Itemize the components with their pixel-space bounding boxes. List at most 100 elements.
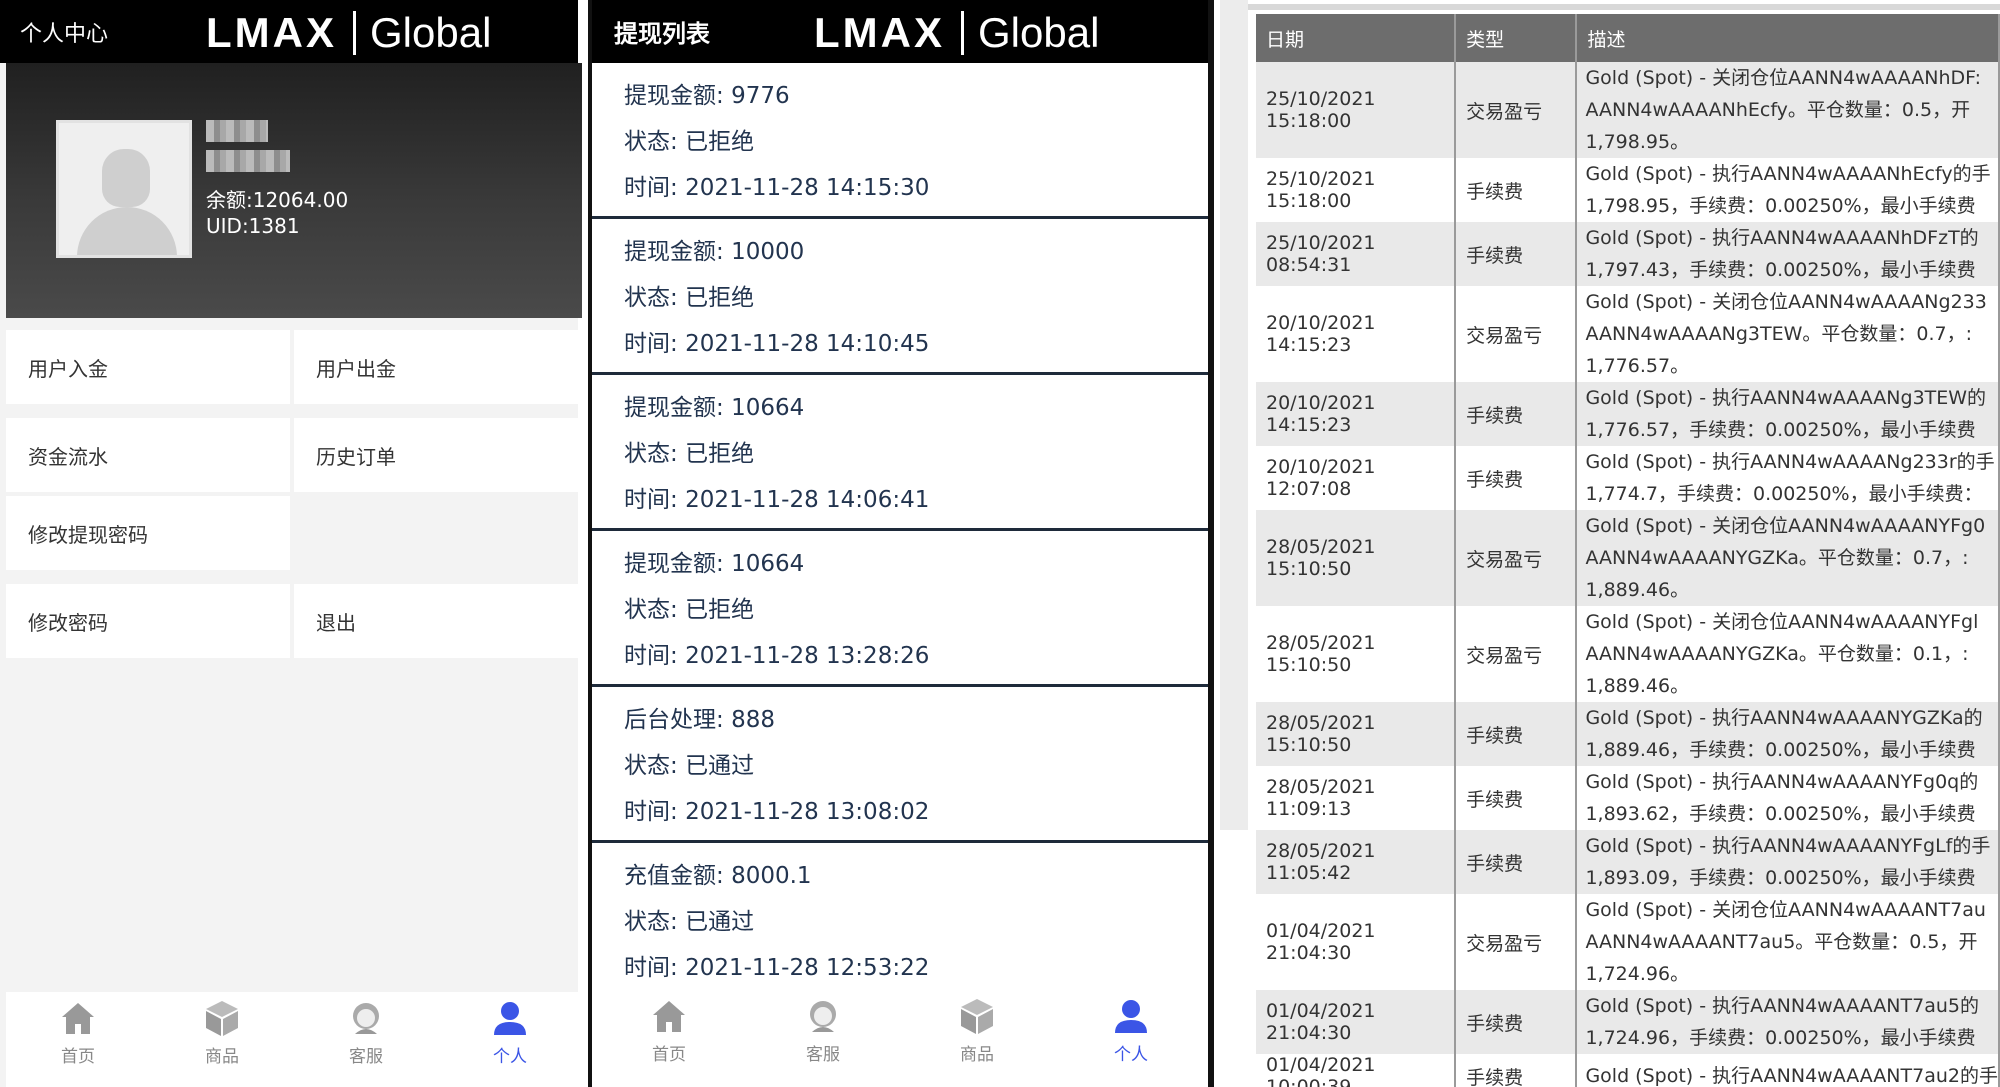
cell-description: Gold (Spot) - 执行AANN4wAAAANYFg0q的 1,893.6… [1576, 766, 2000, 830]
tab-label: 客服 [806, 1045, 840, 1065]
description-line: AANN4wAAAANT7au5。平仓数量：0.5，开 [1585, 931, 1978, 953]
cell-type: 交易盈亏 [1455, 894, 1578, 990]
time-label: 时间: [624, 643, 678, 669]
table-row[interactable]: 20/10/2021 12:07:08 手续费 Gold (Spot) - 执行AA… [1256, 446, 2000, 510]
status-label: 状态: [624, 285, 678, 311]
menu-fund-flow[interactable]: 资金流水 [6, 418, 290, 492]
list-item[interactable]: 提现金额: 10664 状态: 已拒绝 时间: 2021-11-28 14:06… [592, 375, 1208, 531]
tab-label: 个人 [1114, 1045, 1148, 1065]
column-header-type[interactable]: 类型 [1455, 14, 1578, 62]
menu-change-withdraw-password[interactable]: 修改提现密码 [6, 496, 290, 570]
status-value: 已拒绝 [685, 441, 755, 467]
table-row[interactable]: 28/05/2021 11:09:13 手续费 Gold (Spot) - 执行AA… [1256, 766, 2000, 830]
time-value: 2021-11-28 14:15:30 [685, 175, 930, 201]
tab-profile[interactable]: 个人 [1054, 990, 1208, 1087]
cell-date: 20/10/2021 12:07:08 [1256, 446, 1457, 510]
column-header-date[interactable]: 日期 [1256, 14, 1457, 62]
table-row[interactable]: 20/10/2021 14:15:23 交易盈亏 Gold (Spot) - 关闭仓… [1256, 286, 2000, 382]
cell-description: Gold (Spot) - 执行AANN4wAAAANg3TEW的 1,776.5… [1576, 382, 2000, 446]
tab-support[interactable]: 客服 [294, 992, 438, 1087]
status-value: 已通过 [685, 909, 755, 935]
amount-value: 10664 [731, 395, 805, 421]
cell-description: Gold (Spot) - 关闭仓位AANN4wAAAANhDF: AANN4wA… [1576, 62, 2000, 158]
amount-label: 提现金额: [624, 551, 724, 577]
cell-description: Gold (Spot) - 执行AANN4wAAAANhDFzT的 1,797.4… [1576, 222, 2000, 286]
table-row[interactable]: 25/10/2021 15:18:00 手续费 Gold (Spot) - 执行AA… [1256, 158, 2000, 222]
top-divider [1248, 4, 2000, 10]
logo-separator [961, 11, 964, 55]
time-value: 2021-11-28 14:10:45 [685, 331, 930, 357]
cell-type: 手续费 [1455, 446, 1578, 510]
username-pixelated [206, 120, 268, 142]
list-item[interactable]: 提现金额: 10000 状态: 已拒绝 时间: 2021-11-28 14:10… [592, 219, 1208, 375]
cell-date: 28/05/2021 15:10:50 [1256, 606, 1457, 702]
description-line: 1,797.43，手续费：0.00250%，最小手续费 [1585, 259, 1976, 281]
cell-description: Gold (Spot) - 执行AANN4wAAAANYGZKa的 1,889.4… [1576, 702, 2000, 766]
cell-type: 交易盈亏 [1455, 606, 1578, 702]
table-row[interactable]: 28/05/2021 11:05:42 手续费 Gold (Spot) - 执行AA… [1256, 830, 2000, 894]
time-value: 2021-11-28 13:28:26 [685, 643, 930, 669]
description-line: Gold (Spot) - 关闭仓位AANN4wAAAANg233 [1585, 291, 1987, 313]
description-line: 1,776.57，手续费：0.00250%，最小手续费 [1585, 419, 1976, 441]
tab-label: 首页 [61, 1047, 95, 1067]
tab-support[interactable]: 客服 [746, 990, 900, 1087]
description-line: AANN4wAAAANg3TEW。平仓数量：0.7，: [1585, 323, 1972, 345]
table-row[interactable]: 01/04/2021 10:00:39 手续费 Gold (Spot) - 执行AA… [1256, 1054, 2000, 1087]
time-label: 时间: [624, 331, 678, 357]
box-icon [957, 996, 997, 1036]
avatar[interactable] [56, 120, 192, 258]
nickname-pixelated [206, 150, 290, 172]
table-row[interactable]: 25/10/2021 08:54:31 手续费 Gold (Spot) - 执行AA… [1256, 222, 2000, 286]
table-row[interactable]: 28/05/2021 15:10:50 交易盈亏 Gold (Spot) - 关闭仓… [1256, 510, 2000, 606]
description-line: Gold (Spot) - 执行AANN4wAAAANhEcfy的手 [1585, 163, 1991, 185]
tab-profile[interactable]: 个人 [438, 992, 582, 1087]
amount-value: 8000.1 [731, 863, 812, 889]
table-row[interactable]: 28/05/2021 15:10:50 手续费 Gold (Spot) - 执行AA… [1256, 702, 2000, 766]
description-line: Gold (Spot) - 执行AANN4wAAAANT7au2的手 [1585, 1065, 1998, 1087]
home-icon [649, 996, 689, 1036]
status-value: 已拒绝 [685, 129, 755, 155]
table-row[interactable]: 20/10/2021 14:15:23 手续费 Gold (Spot) - 执行AA… [1256, 382, 2000, 446]
menu-withdraw[interactable]: 用户出金 [294, 330, 578, 404]
profile-banner: 余额:12064.00 UID:1381 [6, 63, 582, 318]
cell-description: Gold (Spot) - 关闭仓位AANN4wAAAANYFg0 AANN4wA… [1576, 510, 2000, 606]
cell-date: 01/04/2021 10:00:39 [1256, 1054, 1457, 1087]
amount-label: 提现金额: [624, 83, 724, 109]
table-row[interactable]: 25/10/2021 15:18:00 交易盈亏 Gold (Spot) - 关闭仓… [1256, 62, 2000, 158]
page-title: 个人中心 [20, 21, 109, 47]
description-line: 1,889.46，手续费：0.00250%，最小手续费 [1585, 739, 1976, 761]
bottom-tab-bar: 首页 客服 商品 个人 [592, 990, 1208, 1087]
menu-empty [294, 496, 578, 570]
list-item[interactable]: 提现金额: 9776 状态: 已拒绝 时间: 2021-11-28 14:15:… [592, 63, 1208, 219]
list-item[interactable]: 提现金额: 10664 状态: 已拒绝 时间: 2021-11-28 13:28… [592, 531, 1208, 687]
tab-products[interactable]: 商品 [150, 992, 294, 1087]
box-icon [202, 998, 242, 1038]
menu-change-password[interactable]: 修改密码 [6, 584, 290, 658]
menu-logout[interactable]: 退出 [294, 584, 578, 658]
time-label: 时间: [624, 487, 678, 513]
support-icon [803, 996, 843, 1036]
list-item[interactable]: 充值金额: 8000.1 状态: 已通过 时间: 2021-11-28 12:5… [592, 843, 1208, 999]
table-row[interactable]: 01/04/2021 21:04:30 手续费 Gold (Spot) - 执行AA… [1256, 990, 2000, 1054]
table-row[interactable]: 01/04/2021 21:04:30 交易盈亏 Gold (Spot) - 关闭仓… [1256, 894, 2000, 990]
amount-label: 后台处理: [624, 707, 724, 733]
menu-deposit[interactable]: 用户入金 [6, 330, 290, 404]
menu-order-history[interactable]: 历史订单 [294, 418, 578, 492]
tab-products[interactable]: 商品 [900, 990, 1054, 1087]
description-line: Gold (Spot) - 关闭仓位AANN4wAAAANT7au [1585, 899, 1986, 921]
tab-label: 首页 [652, 1045, 686, 1065]
amount-label: 提现金额: [624, 395, 724, 421]
cell-type: 手续费 [1455, 830, 1578, 894]
cell-description: Gold (Spot) - 执行AANN4wAAAANhEcfy的手 1,798.… [1576, 158, 2000, 222]
description-line: 1,889.46。 [1585, 579, 1690, 601]
cell-type: 交易盈亏 [1455, 286, 1578, 382]
tab-home[interactable]: 首页 [592, 990, 746, 1087]
uid-text: UID:1381 [206, 214, 300, 238]
table-row[interactable]: 28/05/2021 15:10:50 交易盈亏 Gold (Spot) - 关闭仓… [1256, 606, 2000, 702]
cell-type: 手续费 [1455, 382, 1578, 446]
lmax-logo: LMAX Global [206, 9, 491, 57]
list-item[interactable]: 后台处理: 888 状态: 已通过 时间: 2021-11-28 13:08:0… [592, 687, 1208, 843]
tab-home[interactable]: 首页 [6, 992, 150, 1087]
column-header-description[interactable]: 描述 [1576, 14, 2000, 62]
cell-date: 20/10/2021 14:15:23 [1256, 286, 1457, 382]
